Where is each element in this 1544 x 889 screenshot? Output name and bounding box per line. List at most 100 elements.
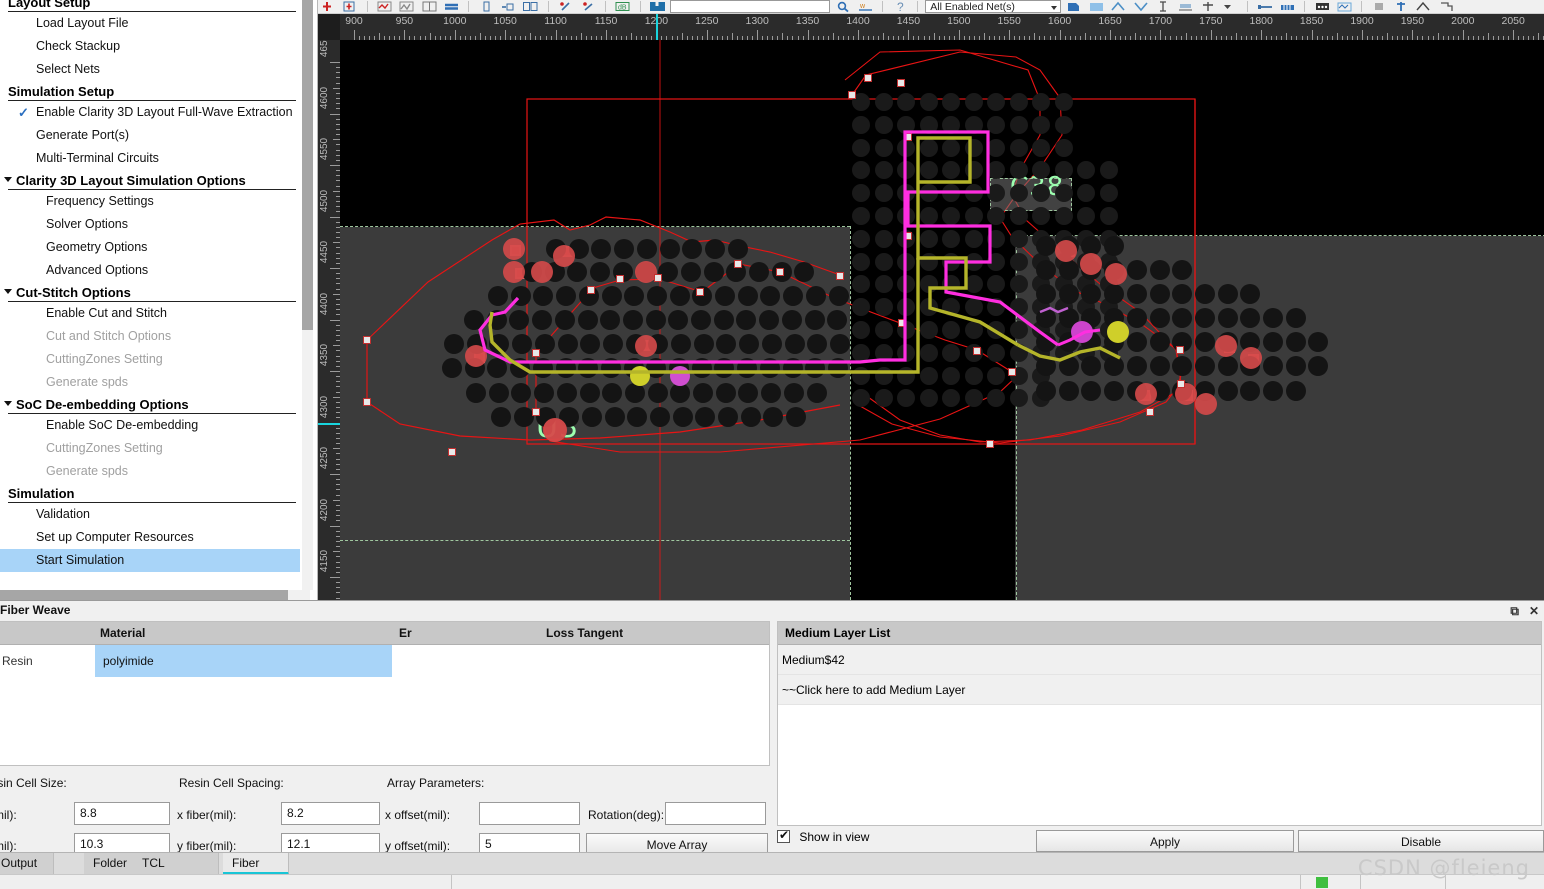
sidebar-item-frequency-settings[interactable]: Frequency Settings [0,190,300,213]
sidebar-item-multi-terminal-circuits[interactable]: Multi-Terminal Circuits [0,147,300,170]
close-icon[interactable]: ✕ [1526,602,1542,621]
caliper-icon[interactable] [1155,0,1172,13]
medium-layer-panel[interactable]: Medium Layer List Medium$42 ~~Click here… [777,621,1542,826]
tab-output[interactable]: Output [0,853,54,875]
tab-tcl-command[interactable]: TCL Command [133,853,219,889]
workflow-sidebar[interactable]: Layout Setup Load Layout File Check Stacku… [0,0,318,600]
sidebar-group-simulation-setup[interactable]: Simulation Setup [0,81,298,101]
outline-vertex[interactable] [776,268,784,276]
cell-er[interactable] [395,645,540,677]
corner-icon[interactable] [1438,0,1455,13]
outline-vertex[interactable] [587,286,595,294]
sidebar-item-load-layout-file[interactable]: Load Layout File [0,12,300,35]
sidebar-group-soc-de-embedding-options[interactable]: SoC De-embedding Options [0,394,298,414]
pcb-board-view[interactable]: U3 C38 [340,40,1544,600]
wave-icon[interactable] [1336,0,1353,13]
sidebar-item-enable-cut-and-stitch[interactable]: Enable Cut and Stitch [0,302,300,325]
list-item-add[interactable]: ~~Click here to add Medium Layer [778,675,1541,705]
horizontal-ruler[interactable]: 9009501000105011001150120012501300135014… [340,14,1544,40]
outline-vertex[interactable] [836,272,844,280]
tab-fiber-weave[interactable]: Fiber Weave [223,853,289,889]
caret-down-icon[interactable] [1222,0,1239,13]
outline-vertex[interactable] [1177,380,1185,388]
sidebar-item-check-stackup[interactable]: Check Stackup [0,35,300,58]
undock-icon[interactable]: ⧉ [1507,602,1523,621]
layout-toolbar[interactable]: dB w ? All Enabled Net(s) [318,0,1544,14]
input-x-mil[interactable]: 8.8 [74,802,170,825]
outline-vertex[interactable] [1008,368,1016,376]
layer-select[interactable] [670,0,831,13]
angle-icon[interactable] [1110,0,1127,13]
outline-vertex[interactable] [897,79,905,87]
add-grid-icon[interactable] [341,0,358,13]
outline-vertex[interactable] [1176,346,1184,354]
sidebar-group-clarity-3d-layout-simulation-options[interactable]: Clarity 3D Layout Simulation Options [0,170,298,190]
sidebar-item-advanced-options[interactable]: Advanced Options [0,259,300,282]
layer-light-icon[interactable] [1088,0,1105,13]
outline-vertex[interactable] [363,398,371,406]
waveform-red-icon[interactable] [376,0,393,13]
disable-button[interactable]: Disable [1298,830,1544,852]
outline-vertex[interactable] [532,349,540,357]
sidebar-item-start-simulation[interactable]: Start Simulation [0,549,300,572]
dim-h-icon[interactable] [1257,0,1274,13]
net-filter-select[interactable]: All Enabled Net(s) [925,0,1062,13]
input-x-fiber[interactable]: 8.2 [281,802,380,825]
show-in-view-checkbox[interactable]: Show in view [777,828,869,844]
layout-canvas[interactable]: 9009501000105011001150120012501300135014… [318,14,1544,600]
probe-red2-icon[interactable] [579,0,596,13]
outline-vertex[interactable] [986,440,994,448]
grid-blue-icon[interactable] [1279,0,1296,13]
sidebar-group-cut-stitch-options[interactable]: Cut-Stitch Options [0,282,298,302]
fiber-weave-panel[interactable]: Fiber Weave ⧉ ✕ Material Er Loss Tangent… [0,600,1544,856]
probe-red-icon[interactable] [557,0,574,13]
add-plus-icon[interactable] [319,0,336,13]
checkbox-icon[interactable] [777,828,790,843]
square-gray-icon[interactable] [1371,0,1388,13]
ruler-orange-icon[interactable]: w [857,0,874,13]
outline-vertex[interactable] [848,91,856,99]
material-table[interactable]: Material Er Loss Tangent Resin polyimide [0,621,770,766]
fiber-weave-parameters[interactable]: Resin Cell Size: Resin Cell Spacing: Arr… [0,769,772,856]
outline-vertex[interactable] [904,133,912,141]
sidebar-group-layout-setup[interactable]: Layout Setup [0,0,298,12]
angle2-icon[interactable] [1133,0,1150,13]
waveform-gray-icon[interactable] [398,0,415,13]
vertical-bar-icon[interactable] [478,0,495,13]
outline-vertex[interactable] [734,260,742,268]
center-icon[interactable] [1200,0,1217,13]
outline-vertex[interactable] [898,319,906,327]
outline-vertex[interactable] [363,336,371,344]
sidebar-item-set-up-computer-resources[interactable]: Set up Computer Resources [0,526,300,549]
sidebar-item-geometry-options[interactable]: Geometry Options [0,236,300,259]
workflow-tree[interactable]: Layout Setup Load Layout File Check Stacku… [0,0,300,572]
question-icon[interactable]: ? [892,0,909,13]
sidebar-item-select-nets[interactable]: Select Nets [0,58,300,81]
list-item[interactable]: Medium$42 [778,645,1541,675]
polyline-icon[interactable] [1415,0,1432,13]
sidebar-item-enable-soc-de-embedding[interactable]: Enable SoC De-embedding [0,414,300,437]
via-icon[interactable] [1393,0,1410,13]
cell-loss-tangent[interactable] [542,645,767,677]
sidebar-item-generate-port-s[interactable]: Generate Port(s) [0,124,300,147]
two-rect-icon[interactable] [522,0,539,13]
outline-vertex[interactable] [616,275,624,283]
input-x-offset[interactable] [479,802,580,825]
outline-vertex[interactable] [448,448,456,456]
chevron-down-icon[interactable] [4,177,12,182]
sidebar-item-validation[interactable]: Validation [0,503,300,526]
chevron-down-icon[interactable] [4,401,12,406]
outline-vertex[interactable] [532,408,540,416]
outline-vertex[interactable] [1146,408,1154,416]
layer-blue-icon[interactable] [1066,0,1083,13]
snap-icon[interactable] [500,0,517,13]
outline-vertex[interactable] [973,347,981,355]
sidebar-horizontal-scrollbar-thumb[interactable] [0,590,288,600]
fill-blue-icon[interactable] [649,0,666,13]
outline-vertex[interactable] [654,274,662,282]
chevron-down-icon[interactable] [4,289,12,294]
sidebar-item-enable-clarity-3d-layout-full-wave-extraction-mode[interactable]: ✓ Enable Clarity 3D Layout Full-Wave Extr… [0,101,300,124]
dots-icon[interactable] [1314,0,1331,13]
bottom-tab-bar[interactable]: OutputFolder BrowserTCL CommandFiber Wea… [0,852,1544,889]
align-icon[interactable] [1177,0,1194,13]
